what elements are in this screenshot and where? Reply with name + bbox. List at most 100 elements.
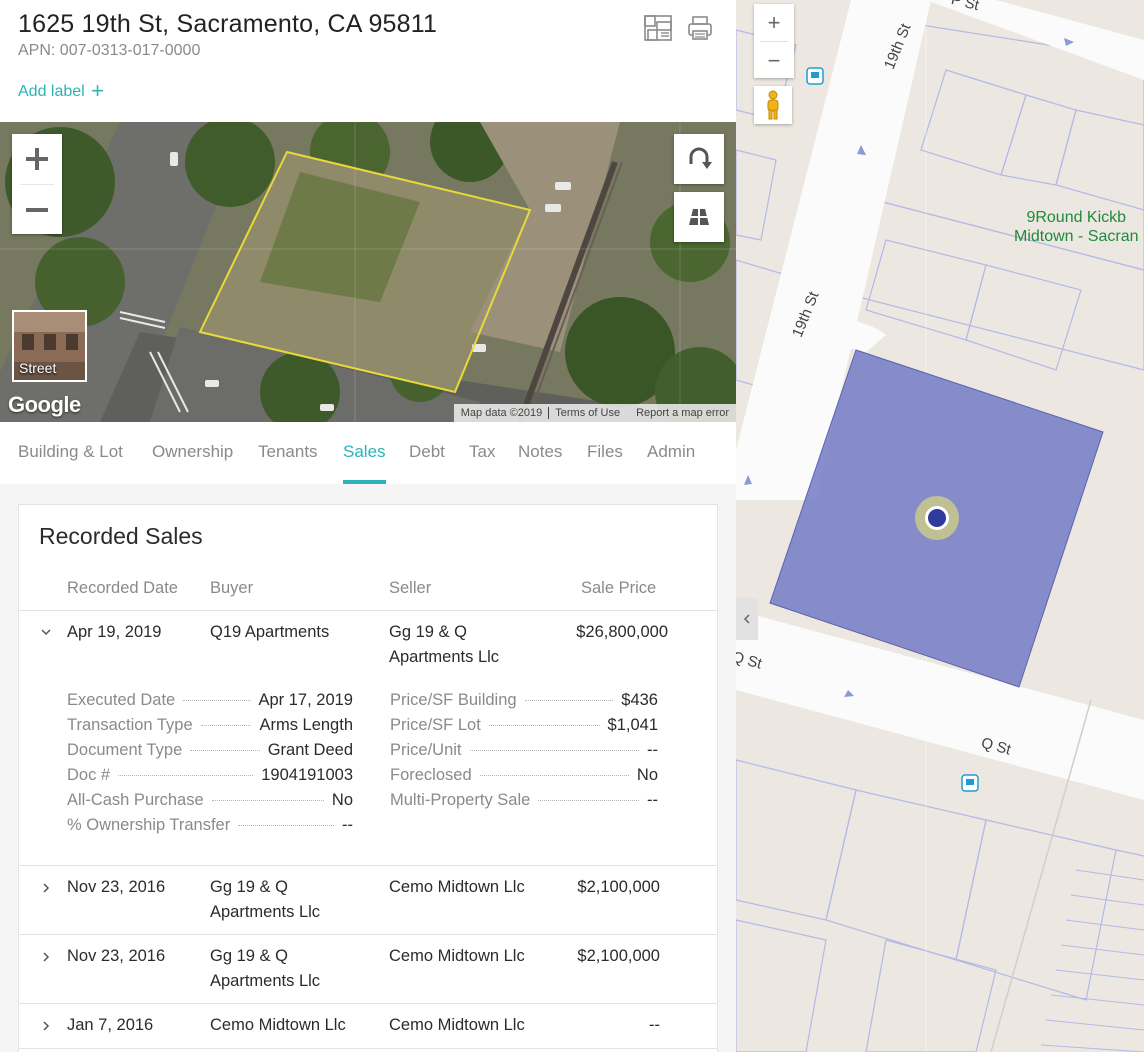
apn-number: APN: 007-0313-017-0000 [18,42,201,59]
row-sale-price: $2,100,000 [577,878,660,896]
tab-building-lot[interactable]: Building & Lot [18,442,123,484]
leader-dots [238,825,334,826]
detail-value: -- [647,791,658,809]
divider [19,865,717,866]
property-header: 1625 19th St, Sacramento, CA 95811 APN: … [0,0,736,122]
detail-key: Multi-Property Sale [390,791,531,809]
column-header-buyer[interactable]: Buyer [210,579,253,598]
detail-value: No [331,791,353,809]
poi-label-line1: 9Round Kickb [1026,209,1127,226]
divider [19,934,717,935]
map-data-text: Map data ©2019 [460,407,543,419]
detail-key: Doc # [67,766,111,784]
add-label-text: Add label [18,83,85,100]
detail-foreclosed: Foreclosed No [390,763,658,788]
detail-value: Apr 17, 2019 [258,691,354,709]
detail-key: Document Type [67,741,183,759]
leader-dots [524,700,614,701]
tab-tax[interactable]: Tax [469,442,495,484]
tab-notes[interactable]: Notes [518,442,562,484]
row-seller: Cemo Midtown Llc [389,947,525,965]
map-canvas [736,0,1144,1052]
row-sale-price: $2,100,000 [577,947,660,965]
detail-value: Arms Length [259,716,353,734]
column-header-sale-price[interactable]: Sale Price [581,579,656,598]
map-attribution: Map data ©2019 Terms of Use Report a map… [453,404,736,422]
chevron-down-icon[interactable] [39,625,53,639]
plus-icon: + [91,78,105,103]
detail-executed-date: Executed Date Apr 17, 2019 [67,688,353,713]
street-view-thumbnail[interactable]: Street [12,310,87,382]
recorded-sales-card: Recorded Sales Recorded Date Buyer Selle… [18,504,718,1052]
pegman-street-view-button[interactable] [754,86,792,124]
row-recorded-date: Jan 7, 2016 [67,1016,154,1034]
row-recorded-date: Nov 23, 2016 [67,878,166,896]
detail-key: Price/Unit [390,741,462,759]
tab-files[interactable]: Files [587,442,623,484]
leader-dots [211,800,324,801]
chevron-right-icon[interactable] [39,881,53,895]
row-buyer: Q19 Apartments [210,623,330,641]
property-address: 1625 19th St, Sacramento, CA 95811 [18,10,438,38]
terms-of-use-link[interactable]: Terms of Use [555,407,620,419]
detail-value: $436 [621,691,658,709]
row-recorded-date: Apr 19, 2019 [67,623,162,641]
tab-admin[interactable]: Admin [647,442,695,484]
satellite-map[interactable] [0,122,736,422]
tab-ownership[interactable]: Ownership [152,442,233,484]
detail-value[interactable]: 1904191003 [261,763,353,788]
leader-dots [488,725,600,726]
leader-dots [183,700,251,701]
row-sale-price: -- [649,1016,660,1034]
row-buyer-line2: Apartments Llc [210,903,321,921]
detail-key: Executed Date [67,691,176,709]
detail-ownership-transfer: % Ownership Transfer -- [67,813,353,838]
detail-key: Price/SF Building [390,691,517,709]
add-label-button[interactable]: Add label + [18,78,105,103]
detail-multi-property-sale: Multi-Property Sale -- [390,788,658,813]
satellite-zoom-in-button[interactable] [12,134,62,184]
tilt-view-button[interactable] [674,192,724,242]
tab-sales[interactable]: Sales [343,442,386,484]
chevron-left-icon [743,614,750,624]
detail-doc-number: Doc # 1904191003 [67,763,353,788]
poi-label-line2: Midtown - Sacran [1014,228,1139,245]
pegman-icon [767,90,779,120]
map-zoom-out-button[interactable]: − [754,42,794,79]
tab-debt[interactable]: Debt [409,442,445,484]
print-icon[interactable] [686,14,716,42]
detail-price-sf-lot: Price/SF Lot $1,041 [390,713,658,738]
leader-dots [469,750,639,751]
column-header-recorded-date[interactable]: Recorded Date [67,579,178,598]
row-seller: Cemo Midtown Llc [389,878,525,896]
leader-dots [118,775,254,776]
leader-dots [200,725,252,726]
recorded-sales-title: Recorded Sales [39,523,203,549]
property-panel: 1625 19th St, Sacramento, CA 95811 APN: … [0,0,736,1052]
detail-key: Transaction Type [67,716,193,734]
tab-tenants[interactable]: Tenants [258,442,318,484]
street-view-label: Street [19,360,57,376]
rotate-icon [689,147,712,169]
collapse-panel-button[interactable] [736,598,758,640]
detail-transaction-type: Transaction Type Arms Length [67,713,353,738]
rotate-view-button[interactable] [674,134,724,184]
column-header-seller[interactable]: Seller [389,579,431,598]
detail-key: All-Cash Purchase [67,791,204,809]
detail-key: Price/SF Lot [390,716,481,734]
detail-all-cash-purchase: All-Cash Purchase No [67,788,353,813]
poi-9round-kickboxing[interactable]: 9Round Kickb Midtown - Sacran [1014,208,1139,246]
map-zoom-in-button[interactable]: + [754,4,794,41]
satellite-zoom-control [12,134,62,234]
street-map[interactable]: P St 19th St 19th St Q St Q St 9Round Ki… [736,0,1144,1052]
detail-value: Grant Deed [267,741,353,759]
building-plan-icon[interactable] [643,14,673,42]
chevron-right-icon[interactable] [39,1019,53,1033]
satellite-imagery [0,122,736,422]
divider [19,1048,717,1049]
report-map-error-link[interactable]: Report a map error [636,407,729,419]
leader-dots [479,775,629,776]
chevron-right-icon[interactable] [39,950,53,964]
satellite-zoom-out-button[interactable] [12,185,62,235]
detail-document-type: Document Type Grant Deed [67,738,353,763]
